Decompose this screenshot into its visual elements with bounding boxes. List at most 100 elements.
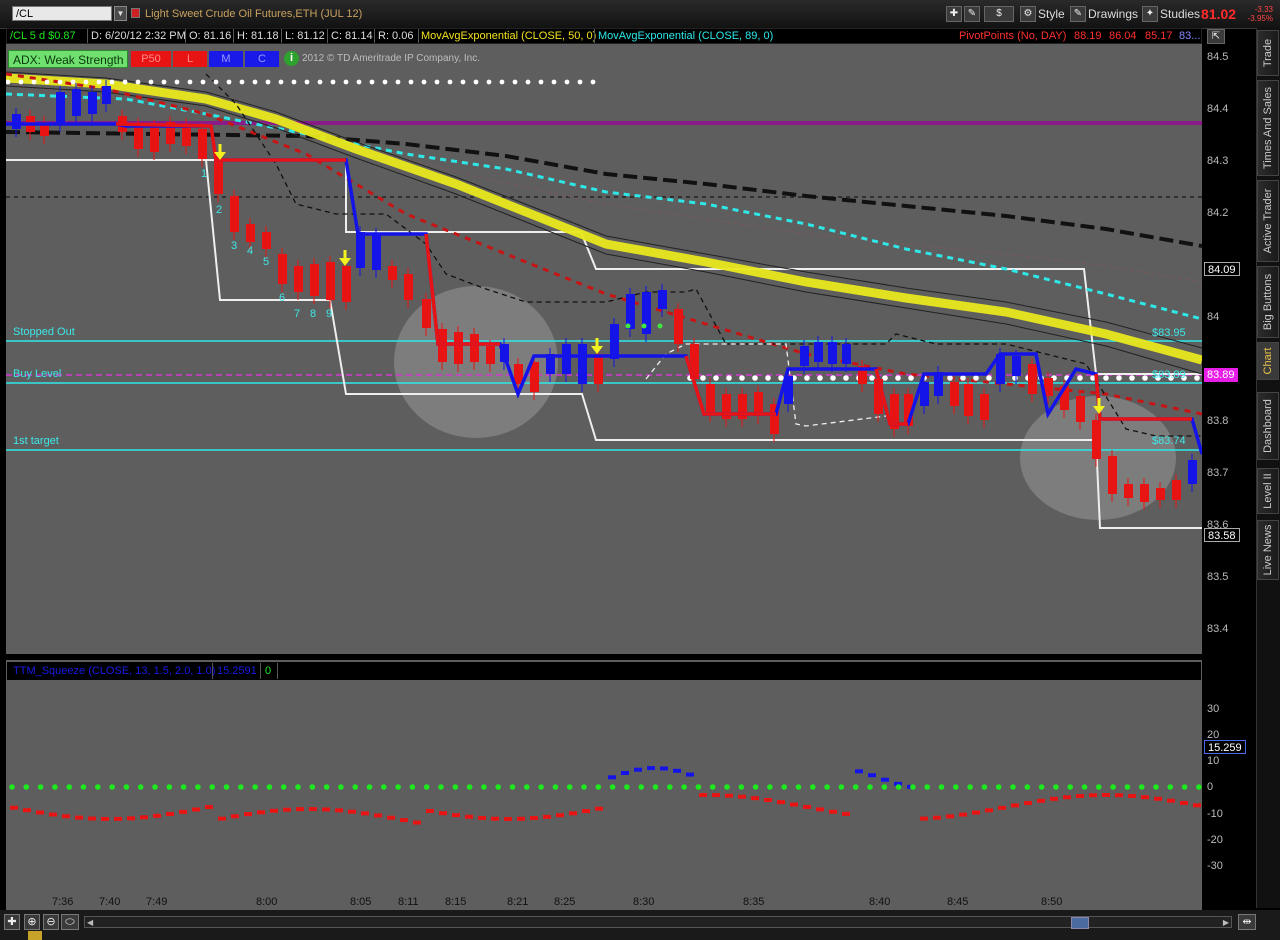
crosshair-icon[interactable]: ✚ — [4, 914, 20, 930]
pencil-icon[interactable]: ✎ — [1070, 6, 1086, 22]
crosshair-icon[interactable]: ✚ — [946, 6, 962, 22]
wrench-icon[interactable]: ✎ — [964, 6, 980, 22]
symbol-input[interactable]: /CL — [12, 6, 112, 21]
pivot-value: 83... — [1179, 30, 1201, 42]
stopped-out-label: Stopped Out — [13, 326, 75, 338]
dot-marker — [239, 79, 245, 85]
dot-marker — [161, 79, 167, 85]
dollar-button[interactable]: $ — [984, 6, 1014, 22]
c-button[interactable]: C — [245, 51, 279, 67]
p50-button[interactable]: P50 — [131, 51, 171, 67]
time-tick: 8:00 — [256, 896, 278, 908]
drawings-button[interactable]: Drawings — [1088, 6, 1138, 22]
momentum-dash — [1180, 800, 1188, 805]
last-price: 81.02 — [1201, 6, 1237, 22]
candle-body — [658, 290, 667, 309]
close-value: C: 81.14 — [331, 30, 373, 42]
dot-marker — [1077, 375, 1083, 381]
squeeze-dot — [166, 784, 173, 790]
expand-icon[interactable]: ⇹ — [1238, 914, 1256, 930]
fit-icon[interactable]: ⬭ — [61, 914, 79, 930]
ma-dotted — [6, 83, 1202, 283]
momentum-dash — [712, 793, 720, 798]
time-tick: 7:49 — [146, 896, 168, 908]
time-scrollbar[interactable]: ◀ ▶ — [84, 916, 1232, 929]
scrollbar-thumb[interactable] — [1071, 917, 1089, 929]
tab-label: Level II — [1262, 473, 1274, 509]
change-percent: -3.95% — [1247, 14, 1273, 23]
squeeze-dot — [624, 784, 630, 790]
dot-marker — [1012, 375, 1018, 381]
time-axis[interactable]: 7:36 7:40 7:49 8:00 8:05 8:11 8:15 8:21 … — [6, 888, 1202, 910]
low-value: L: 81.12 — [285, 30, 325, 42]
squeeze-dot — [409, 784, 416, 790]
squeeze-dot — [352, 784, 359, 790]
zoom-out-icon[interactable]: ⊖ — [43, 914, 59, 930]
price-tick: 84.5 — [1207, 51, 1229, 63]
squeeze-dot — [566, 784, 573, 790]
candle-body — [1140, 484, 1149, 502]
candle-body — [72, 89, 81, 116]
momentum-dash — [608, 775, 616, 780]
squeeze-dot — [1024, 784, 1031, 790]
collapse-icon[interactable] — [28, 931, 42, 940]
candle-body — [594, 354, 603, 384]
scroll-left-icon[interactable]: ◀ — [87, 918, 93, 927]
tab-dashboard[interactable]: Dashboard — [1257, 392, 1279, 460]
dot-marker — [947, 375, 953, 381]
separator — [233, 29, 234, 43]
squeeze-dot — [524, 784, 530, 790]
candle-body — [828, 342, 837, 364]
study-axis[interactable]: 30 20 10 0 -10 -20 -30 15.259 — [1202, 660, 1254, 888]
zoom-in-icon[interactable]: ⊕ — [24, 914, 40, 930]
squeeze-dot — [266, 784, 273, 790]
chart-settings-icon[interactable]: ⇱ — [1207, 29, 1225, 44]
dot-marker — [148, 79, 154, 85]
squeeze-dot — [309, 784, 316, 790]
signal-dot — [641, 323, 647, 329]
tab-active-trader[interactable]: Active Trader — [1257, 180, 1279, 262]
flag-icon[interactable] — [131, 8, 140, 18]
dot-marker — [804, 375, 810, 381]
momentum-dash — [491, 816, 499, 821]
time-tick: 8:45 — [947, 896, 969, 908]
tab-live-news[interactable]: Live News — [1257, 520, 1279, 580]
squeeze-dot — [595, 784, 602, 790]
settings-icon[interactable]: ⚙ — [1020, 6, 1036, 22]
l-button[interactable]: L — [173, 51, 207, 67]
info-icon[interactable]: i — [284, 51, 299, 66]
studies-icon[interactable]: ✦ — [1142, 6, 1158, 22]
candle-body — [454, 332, 463, 364]
symbol-dropdown-icon[interactable]: ▼ — [114, 6, 127, 21]
tab-times-and-sales[interactable]: Times And Sales — [1257, 80, 1279, 176]
squeeze-study-pane[interactable] — [6, 660, 1202, 888]
momentum-dash — [751, 796, 759, 801]
dot-marker — [291, 79, 297, 85]
m-button[interactable]: M — [209, 51, 243, 67]
squeeze-dot — [95, 784, 101, 790]
candle-body — [486, 346, 495, 364]
momentum-dash — [283, 807, 291, 812]
price-axis[interactable]: 84.5 84.4 84.3 84.2 84 83.8 83.7 83.6 83… — [1202, 44, 1254, 654]
studies-button[interactable]: Studies — [1160, 6, 1200, 22]
tab-chart[interactable]: Chart — [1257, 342, 1279, 380]
dot-marker — [817, 375, 823, 381]
study-tick: 10 — [1207, 755, 1220, 767]
squeeze-dot — [381, 784, 387, 790]
momentum-dash — [270, 808, 278, 813]
scroll-right-icon[interactable]: ▶ — [1223, 918, 1229, 927]
dot-marker — [83, 79, 89, 85]
tab-level-ii[interactable]: Level II — [1257, 468, 1279, 514]
count-label: 6 — [279, 292, 286, 304]
momentum-dash — [231, 814, 239, 819]
style-button[interactable]: Style — [1038, 6, 1065, 22]
tab-big-buttons[interactable]: Big Buttons — [1257, 266, 1279, 338]
signal-dot — [625, 323, 631, 329]
study-name[interactable]: TTM_Squeeze (CLOSE, 13, 1.5, 2.0, 1.0) — [13, 665, 215, 678]
dot-marker — [778, 375, 784, 381]
time-tick: 8:30 — [633, 896, 655, 908]
momentum-dash — [75, 815, 83, 820]
price-chart-pane[interactable] — [6, 44, 1202, 654]
tab-trade[interactable]: Trade — [1257, 30, 1279, 76]
squeeze-dot — [581, 784, 587, 790]
